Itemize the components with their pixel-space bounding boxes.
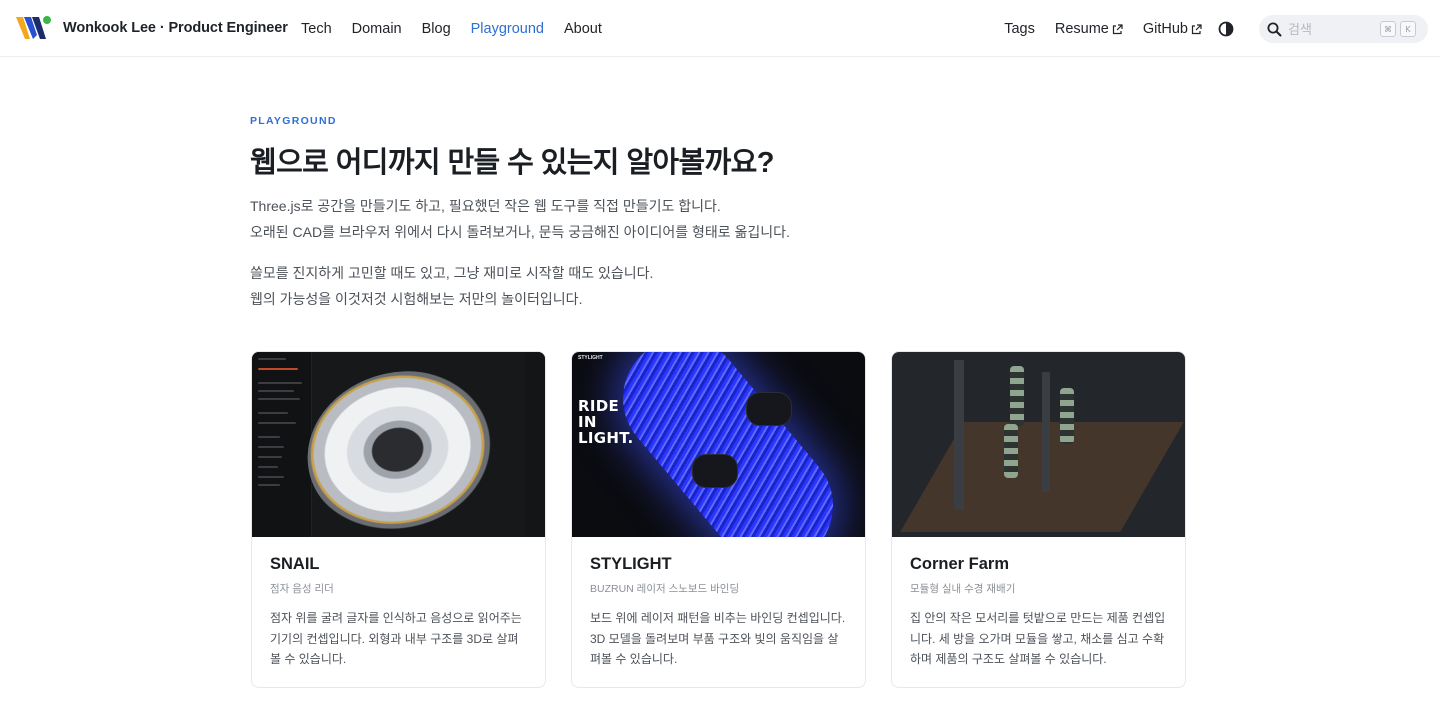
nav-tags[interactable]: Tags (1004, 21, 1035, 37)
project-title: STYLIGHT (590, 555, 672, 573)
project-description: 집 안의 작은 모서리를 텃밭으로 만드는 제품 컨셉입니다. 세 방을 오가며… (910, 611, 1166, 666)
nav-blog[interactable]: Blog (422, 21, 451, 37)
page-title: 웹으로 어디까지 만들 수 있는지 알아볼까요? (250, 147, 774, 179)
shortcut-cmd-key: ⌘ (1380, 21, 1396, 37)
shortcut-k-key: K (1400, 21, 1416, 37)
nav-about[interactable]: About (564, 21, 602, 37)
site-header: Wonkook Lee · Product Engineer Tech Doma… (0, 0, 1440, 57)
project-description: 점자 위를 굴려 글자를 인식하고 음성으로 읽어주는 기기의 컨셉입니다. 외… (270, 611, 522, 666)
secondary-nav: Tags Resume GitHub (1004, 0, 1234, 57)
binding-graphic (692, 454, 738, 488)
brand-logo-icon (16, 15, 52, 41)
binding-graphic (746, 392, 792, 426)
nav-tech[interactable]: Tech (301, 21, 332, 37)
thumbnail-logo: STYLIGHT (578, 355, 603, 361)
intro-line: Three.js로 공간을 만들기도 하고, 필요했던 작은 웹 도구를 직접 … (250, 198, 721, 214)
external-link-icon (1112, 23, 1123, 35)
project-thumbnail: STYLIGHT RIDE IN LIGHT. (572, 352, 865, 537)
nav-github-label: GitHub (1142, 20, 1188, 37)
search-icon (1267, 22, 1282, 36)
project-thumbnail (252, 352, 545, 537)
project-description: 보드 위에 레이저 패턴을 비추는 바인딩 컨셉입니다. 3D 모델을 돌려보며… (590, 611, 846, 666)
project-subtitle: BUZRUN 레이저 스노보드 바인딩 (590, 583, 740, 595)
intro-line: 쓸모를 진지하게 고민할 때도 있고, 그냥 재미로 시작할 때도 있습니다. (250, 265, 654, 281)
project-card-corner-farm[interactable]: Corner Farm 모듈형 실내 수경 재배기 집 안의 작은 모서리를 텃… (891, 351, 1186, 688)
project-card-stylight[interactable]: STYLIGHT RIDE IN LIGHT. STYLIGHT BUZRUN … (571, 351, 866, 688)
project-title: SNAIL (270, 555, 320, 573)
search-box[interactable]: ⌘ K (1259, 15, 1428, 43)
search-input[interactable] (1288, 21, 1376, 37)
planter-column-graphic (1060, 388, 1074, 444)
brand-name: Wonkook Lee · Product Engineer (63, 20, 288, 36)
nav-resume-label: Resume (1054, 20, 1109, 37)
room-wall-graphic (1042, 372, 1050, 492)
ui-panel-graphic (252, 352, 312, 537)
room-wall-graphic (954, 360, 964, 510)
intro-line: 웹의 가능성을 이것저것 시험해보는 저만의 놀이터입니다. (250, 290, 583, 307)
planter-column-graphic (1010, 366, 1024, 426)
project-grid: SNAIL 점자 음성 리더 점자 위를 굴려 글자를 인식하고 음성으로 읽어… (251, 351, 1186, 688)
device-render-graphic (292, 353, 512, 537)
section-eyebrow: PLAYGROUND (250, 115, 337, 127)
nav-playground[interactable]: Playground (471, 21, 544, 37)
nav-github[interactable]: GitHub (1143, 21, 1202, 37)
thumbnail-headline: RIDE IN LIGHT. (578, 397, 634, 447)
project-card-snail[interactable]: SNAIL 점자 음성 리더 점자 위를 굴려 글자를 인식하고 음성으로 읽어… (251, 351, 546, 688)
intro-line: 오래된 CAD를 브라우저 위에서 다시 돌려보거나, 문득 궁금해진 아이디어… (250, 223, 790, 240)
nav-domain[interactable]: Domain (352, 21, 402, 37)
side-panel-graphic (525, 352, 545, 537)
intro-text: Three.js로 공간을 만들기도 하고, 필요했던 작은 웹 도구를 직접 … (250, 194, 950, 312)
planter-column-graphic (1004, 424, 1018, 478)
theme-toggle-icon[interactable] (1218, 21, 1234, 37)
external-link-icon (1191, 23, 1202, 35)
nav-resume[interactable]: Resume (1055, 21, 1123, 37)
main-nav: Tech Domain Blog Playground About (301, 0, 602, 57)
project-subtitle: 모듈형 실내 수경 재배기 (910, 583, 1016, 595)
brand-link[interactable]: Wonkook Lee · Product Engineer (16, 14, 288, 42)
project-thumbnail (892, 352, 1185, 537)
project-subtitle: 점자 음성 리더 (270, 583, 334, 595)
project-title: Corner Farm (910, 555, 1010, 573)
